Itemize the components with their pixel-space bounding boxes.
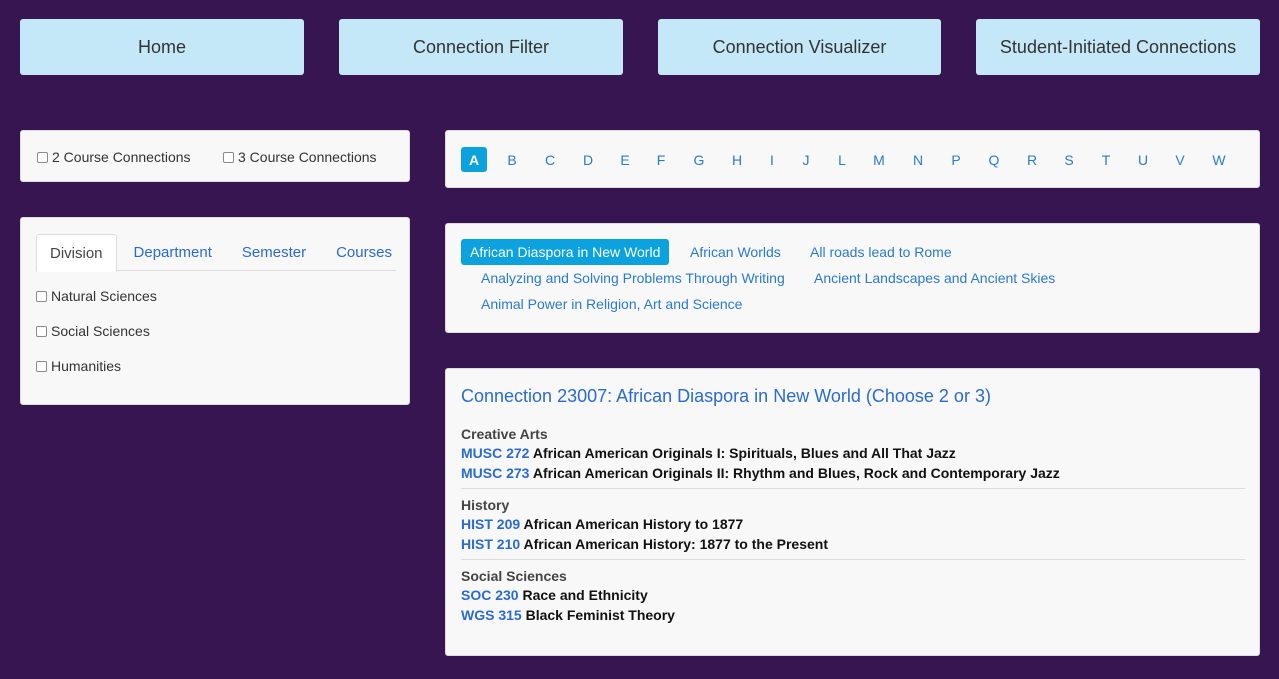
connection-title[interactable]: Connection 23007: African Diaspora in Ne… <box>461 386 991 407</box>
course-group-social-sciences: Social Sciences SOC 230 Race and Ethnici… <box>461 568 1245 627</box>
tab-department[interactable]: Department <box>121 234 225 271</box>
course-row: MUSC 273 African American Originals II: … <box>461 465 1245 485</box>
home-button[interactable]: Home <box>20 19 304 75</box>
letter-e[interactable]: E <box>612 147 638 172</box>
division-label: Social Sciences <box>51 323 150 339</box>
letter-q[interactable]: Q <box>981 147 1007 172</box>
alphabet-panel: A B C D E F G H I J L M N P Q R S T U V … <box>445 130 1260 188</box>
letter-w[interactable]: W <box>1206 147 1232 172</box>
course-group-history: History HIST 209 African American Histor… <box>461 497 1245 556</box>
filter-tabs: Division Department Semester Courses <box>36 234 396 272</box>
course-code-link[interactable]: MUSC 272 <box>461 445 529 461</box>
tab-courses[interactable]: Courses <box>323 234 405 271</box>
tab-division[interactable]: Division <box>36 234 117 272</box>
division-checkbox[interactable] <box>36 360 47 372</box>
course-row: MUSC 272 African American Originals I: S… <box>461 445 1245 465</box>
letter-l[interactable]: L <box>829 147 855 172</box>
two-course-checkbox[interactable] <box>37 151 48 163</box>
course-code-link[interactable]: HIST 209 <box>461 516 520 532</box>
letter-n[interactable]: N <box>905 147 931 172</box>
course-title: African American History: 1877 to the Pr… <box>523 536 828 552</box>
course-row: HIST 210 African American History: 1877 … <box>461 536 1245 556</box>
letter-f[interactable]: F <box>648 147 674 172</box>
letter-d[interactable]: D <box>575 147 601 172</box>
course-row: SOC 230 Race and Ethnicity <box>461 587 1245 607</box>
division-label: Humanities <box>51 358 122 374</box>
letter-h[interactable]: H <box>724 147 750 172</box>
connection-visualizer-button[interactable]: Connection Visualizer <box>658 19 941 75</box>
division-option-humanities[interactable]: Humanities <box>36 358 121 374</box>
course-code-link[interactable]: WGS 315 <box>461 607 522 623</box>
three-course-checkbox[interactable] <box>223 151 234 163</box>
course-code-link[interactable]: SOC 230 <box>461 587 519 603</box>
course-title: Black Feminist Theory <box>525 607 675 623</box>
letter-g[interactable]: G <box>686 147 712 172</box>
letter-b[interactable]: B <box>499 147 525 172</box>
division-option-natural-sciences[interactable]: Natural Sciences <box>36 288 157 304</box>
group-heading: History <box>461 497 510 513</box>
division-checkbox[interactable] <box>36 290 47 302</box>
letter-j[interactable]: J <box>793 147 819 172</box>
connection-item-african-diaspora[interactable]: African Diaspora in New World <box>461 239 670 265</box>
group-divider <box>461 559 1245 560</box>
letter-p[interactable]: P <box>943 147 969 172</box>
letter-c[interactable]: C <box>537 147 563 172</box>
group-heading: Creative Arts <box>461 426 548 442</box>
letter-v[interactable]: V <box>1167 147 1193 172</box>
connection-item-ancient-landscapes[interactable]: Ancient Landscapes and Ancient Skies <box>814 270 1055 286</box>
connections-list-panel: African Diaspora in New World African Wo… <box>445 223 1260 333</box>
course-title: African American History to 1877 <box>523 516 744 532</box>
division-option-social-sciences[interactable]: Social Sciences <box>36 323 150 339</box>
connection-detail-panel: Connection 23007: African Diaspora in Ne… <box>445 368 1260 656</box>
letter-u[interactable]: U <box>1130 147 1156 172</box>
course-code-link[interactable]: MUSC 273 <box>461 465 529 481</box>
tab-semester[interactable]: Semester <box>229 234 319 271</box>
group-heading: Social Sciences <box>461 568 567 584</box>
two-course-option[interactable]: 2 Course Connections <box>37 149 191 165</box>
student-initiated-connections-button[interactable]: Student-Initiated Connections <box>976 19 1260 75</box>
letter-i[interactable]: I <box>759 147 785 172</box>
letter-s[interactable]: S <box>1056 147 1082 172</box>
letter-t[interactable]: T <box>1093 147 1119 172</box>
connection-item-all-roads[interactable]: All roads lead to Rome <box>810 244 952 260</box>
group-divider <box>461 488 1245 489</box>
course-row: HIST 209 African American History to 187… <box>461 516 1245 536</box>
course-count-panel: 2 Course Connections 3 Course Connection… <box>20 130 410 182</box>
connection-item-animal-power[interactable]: Animal Power in Religion, Art and Scienc… <box>481 296 742 312</box>
letter-a[interactable]: A <box>461 147 487 172</box>
course-group-creative-arts: Creative Arts MUSC 272 African American … <box>461 426 1245 485</box>
connection-item-analyzing-solving[interactable]: Analyzing and Solving Problems Through W… <box>481 270 785 286</box>
course-title: African American Originals II: Rhythm an… <box>532 465 1060 481</box>
course-code-link[interactable]: HIST 210 <box>461 536 520 552</box>
filter-panel: Division Department Semester Courses Nat… <box>20 217 410 405</box>
course-title: African American Originals I: Spirituals… <box>532 445 956 461</box>
course-row: WGS 315 Black Feminist Theory <box>461 607 1245 627</box>
three-course-option[interactable]: 3 Course Connections <box>223 149 377 165</box>
letter-r[interactable]: R <box>1019 147 1045 172</box>
letter-m[interactable]: M <box>866 147 892 172</box>
division-checkbox[interactable] <box>36 325 47 337</box>
course-title: Race and Ethnicity <box>522 587 648 603</box>
three-course-label: 3 Course Connections <box>238 149 377 165</box>
division-label: Natural Sciences <box>51 288 157 304</box>
two-course-label: 2 Course Connections <box>52 149 191 165</box>
connection-filter-button[interactable]: Connection Filter <box>339 19 623 75</box>
connection-item-african-worlds[interactable]: African Worlds <box>690 244 781 260</box>
